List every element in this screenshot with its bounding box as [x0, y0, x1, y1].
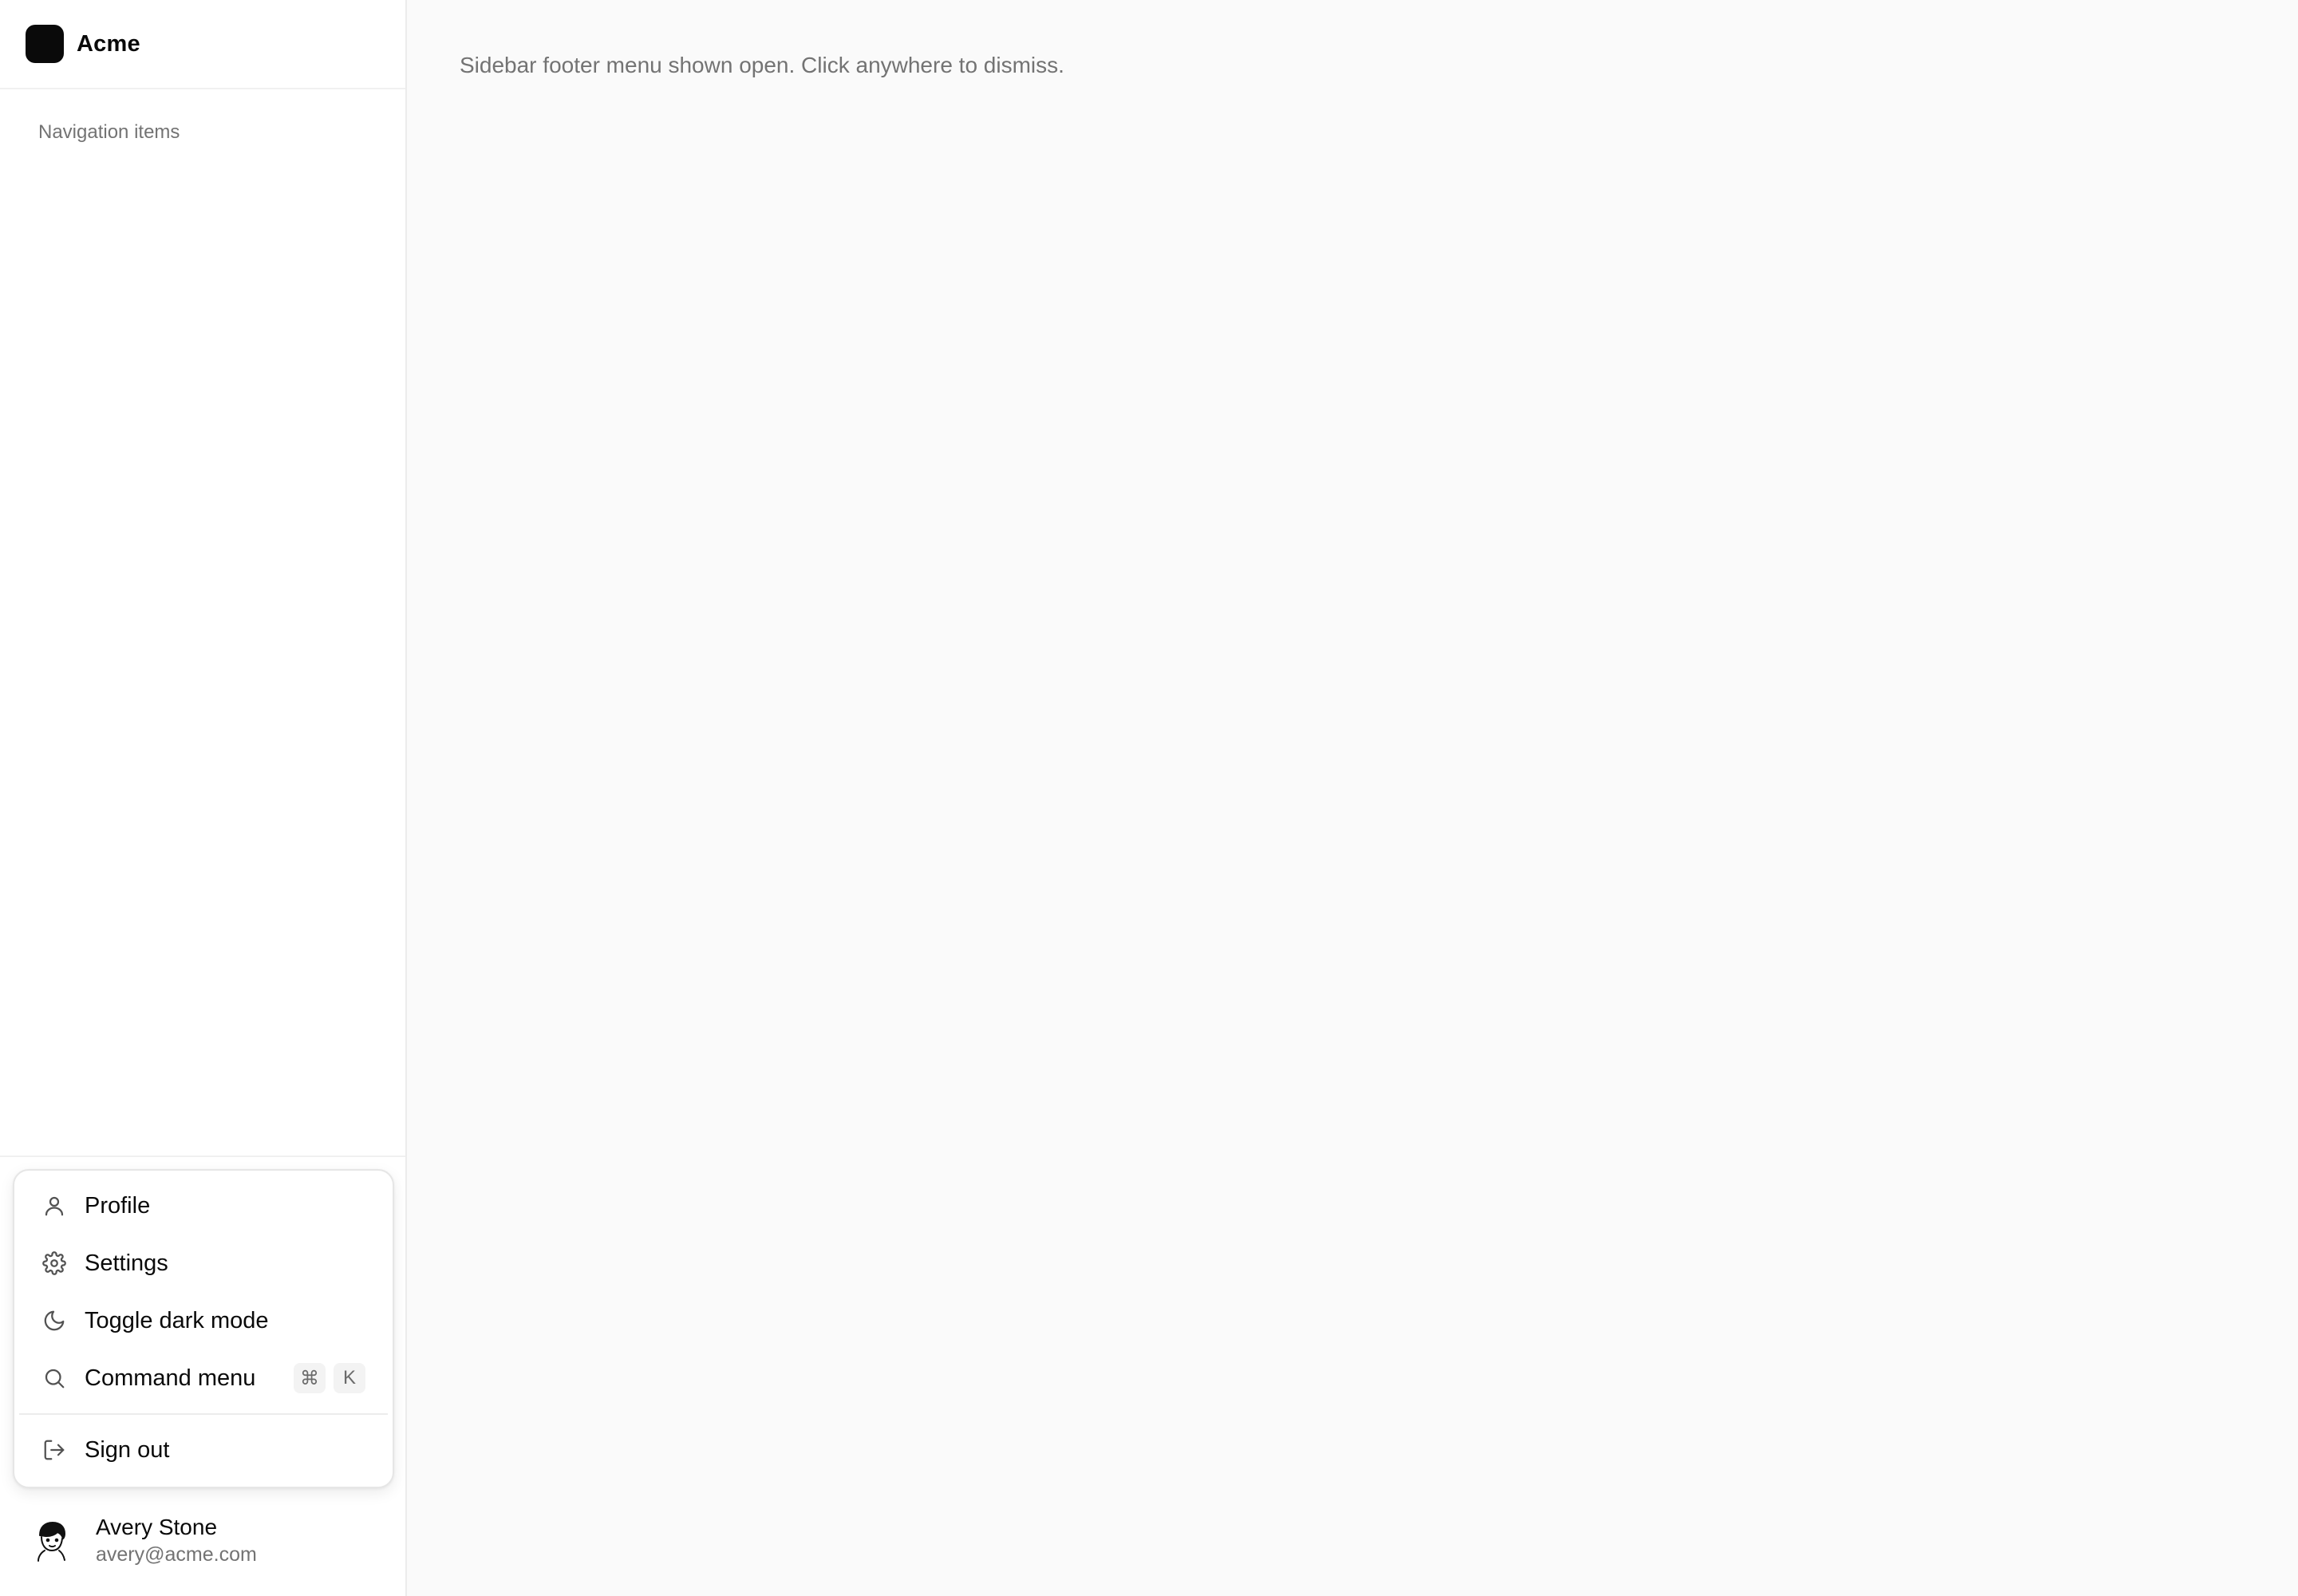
- user-account-button[interactable]: Avery Stone avery@acme.com: [32, 1513, 257, 1567]
- avatar: [32, 1518, 72, 1562]
- search-icon: [41, 1365, 67, 1391]
- main-content[interactable]: Sidebar footer menu shown open. Click an…: [407, 0, 2298, 1596]
- user-email: avery@acme.com: [96, 1543, 257, 1566]
- sign-out-icon: [41, 1437, 67, 1463]
- menu-item-label: Sign out: [85, 1436, 170, 1463]
- sidebar: Acme Navigation items Profile Settings T…: [0, 0, 407, 1596]
- moon-icon: [41, 1308, 67, 1333]
- user-name: Avery Stone: [96, 1515, 218, 1539]
- kbd-k-key: K: [334, 1363, 365, 1393]
- menu-item-profile[interactable]: Profile: [19, 1177, 388, 1235]
- kbd-command-key: ⌘: [294, 1363, 326, 1393]
- gear-icon: [41, 1250, 67, 1276]
- menu-item-settings[interactable]: Settings: [19, 1235, 388, 1292]
- menu-item-label: Command menu: [85, 1365, 256, 1391]
- nav-heading: Navigation items: [38, 121, 180, 143]
- menu-item-sign-out[interactable]: Sign out: [19, 1421, 388, 1479]
- menu-separator: [19, 1413, 388, 1415]
- brand-logo: [26, 25, 64, 63]
- user-icon: [41, 1193, 67, 1219]
- menu-item-label: Settings: [85, 1250, 168, 1276]
- brand-header[interactable]: Acme: [0, 0, 405, 89]
- sidebar-footer-menu: Profile Settings Toggle dark mode Comman…: [13, 1169, 394, 1488]
- keyboard-shortcut: ⌘ K: [294, 1363, 365, 1393]
- dismiss-hint: Sidebar footer menu shown open. Click an…: [460, 53, 1064, 77]
- menu-item-label: Profile: [85, 1192, 151, 1219]
- footer-divider: [0, 1156, 405, 1157]
- menu-item-label: Toggle dark mode: [85, 1307, 269, 1333]
- app-shell: Acme Navigation items Profile Settings T…: [0, 0, 2298, 1596]
- menu-item-toggle-dark-mode[interactable]: Toggle dark mode: [19, 1292, 388, 1349]
- brand-name: Acme: [77, 30, 140, 57]
- menu-item-command-menu[interactable]: Command menu ⌘ K: [19, 1349, 388, 1407]
- user-info: Avery Stone avery@acme.com: [96, 1513, 257, 1567]
